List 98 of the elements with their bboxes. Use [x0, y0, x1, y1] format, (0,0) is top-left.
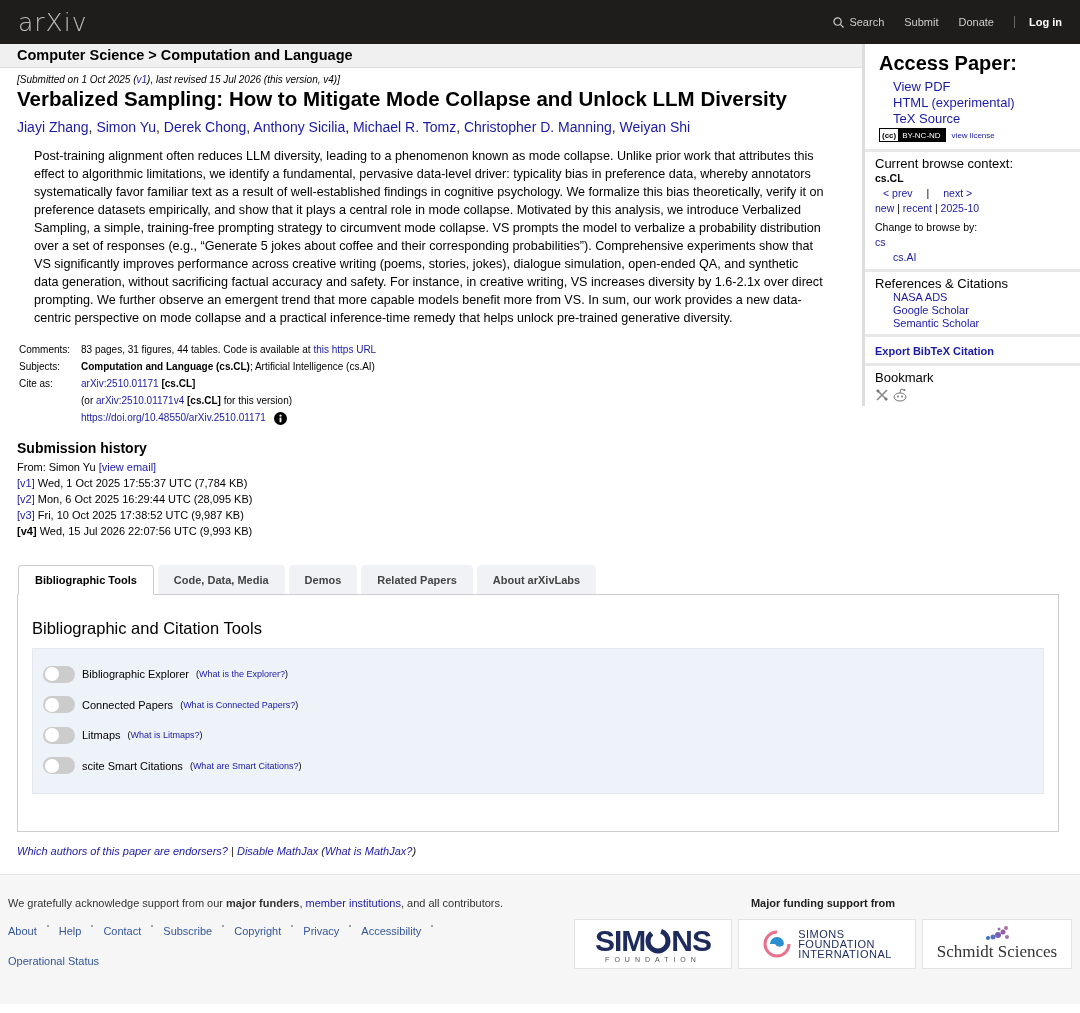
prev-link[interactable]: < prev	[883, 186, 913, 201]
version-link[interactable]: [v1]	[17, 477, 35, 489]
toggle-switch[interactable]	[43, 665, 75, 683]
metadata-label: Subjects:	[19, 361, 61, 372]
nav-link[interactable]: Submit	[904, 16, 939, 28]
access-link[interactable]: View PDF	[893, 79, 951, 94]
explainer-text: (What are Smart Citations?)	[189, 760, 302, 771]
reference-link[interactable]: Semantic Scholar	[893, 317, 980, 329]
login-link[interactable]: Log in	[1014, 16, 1062, 28]
version-details: Wed, 15 Jul 2026 22:07:56 UTC (9,993 KB)	[39, 525, 253, 537]
author-list: Jiayi Zhang, Simon Yu, Derek Chong, Anthony Sicilia, Michael R. Tomz, Christopher D. Manning, Weiyan Shi	[17, 119, 691, 135]
license-badge[interactable]: (cc) BY-NC-ND	[879, 128, 946, 142]
author-link[interactable]: Weiyan Shi	[619, 119, 691, 135]
sidebar-heading: References & Citations	[875, 276, 1009, 291]
section-heading: Submission history	[17, 440, 148, 456]
search-icon	[833, 16, 845, 28]
tab[interactable]: Demos	[288, 565, 358, 594]
link[interactable]: Which authors of this paper are endorsers?	[17, 845, 228, 857]
arxiv-logo[interactable]: arXiv	[18, 7, 88, 37]
reference-link[interactable]: NASA ADS	[893, 291, 948, 303]
version-details: Mon, 6 Oct 2025 16:29:44 UTC (28,095 KB)	[37, 493, 253, 505]
access-link[interactable]: TeX Source	[893, 111, 961, 126]
tool-name: Litmaps	[82, 729, 121, 742]
tab[interactable]: Related Papers	[361, 565, 473, 594]
tool-name: Bibliographic Explorer	[82, 668, 189, 681]
institutions-link[interactable]: member institutions	[305, 897, 401, 909]
sidebar-heading: Access Paper:	[879, 52, 1018, 75]
metadata-label: Cite as:	[19, 378, 53, 389]
bookmark-icon[interactable]	[875, 388, 889, 402]
footer-link[interactable]: Contact	[103, 925, 142, 937]
panel-heading: Bibliographic and Citation Tools	[32, 619, 263, 638]
link[interactable]: new	[875, 202, 895, 214]
funding-heading: Major funding support from	[750, 897, 896, 909]
footer-link[interactable]: Privacy	[303, 925, 340, 937]
abstract-text: Post-training alignment often reduces LLM diversity, leading to a phenomenon known as mode collapse. Unlike prior work that attributes this effect to algorithmic limitations, we identify a fundamental, pervasive data-level driver: typicality bias in preference data, whereby annotators systematically favor familiar text as a result of well-established findings in cognitive psychology. We formalize this bias theoretically, verify it on preference datasets empirically, and show that it plays a central role in mode collapse. Motivated by this analysis, we introduce Verbalized Sampling, a simple, training-free prompting strategy to circumvent mode collapse. VS prompts the model to verbalize a probability distribution over a set of responses (e.g., “Generate 5 jokes about coffee and their corresponding probabilities”). Comprehensive experiments show that VS significantly improves performance across creative writing (poems, stories, jokes), dialogue simulation, open-ended QA, and synthetic data generation, without sacrificing factual accuracy and safety. For instance, in creative writing, VS increases diversity by 1.6-2.1x over direct prompting. We further observe an emergent trend that more capable models benefit more from VS. In sum, our work provides a new data-centric perspective on mode collapse and a practical inference-time remedy that helps unlock pre-trained generative diversity.	[33, 148, 825, 327]
submitter-text: From: Simon Yu [view email]	[17, 461, 157, 473]
explainer-text: (What is the Explorer?)	[196, 669, 289, 680]
tab[interactable]: Code, Data, Media	[157, 565, 285, 594]
current-version-label: [v4]	[17, 525, 37, 537]
author-link[interactable]: Jiayi Zhang	[17, 119, 89, 135]
footer-link[interactable]: Help	[58, 925, 82, 937]
link[interactable]: arXiv:2510.01171v4	[96, 395, 185, 406]
footer-link[interactable]: Operational Status	[8, 955, 100, 967]
link[interactable]: What is MathJax?	[325, 845, 413, 857]
license-link[interactable]: view license	[951, 130, 995, 140]
metadata-value: Computation and Language (cs.CL); Artificial Intelligence (cs.AI)	[81, 361, 375, 372]
version-link[interactable]: [v3]	[17, 509, 35, 521]
author-link[interactable]: Simon Yu	[96, 119, 157, 135]
link[interactable]: Disable MathJax	[236, 845, 319, 857]
sidebar-heading: Bookmark	[875, 370, 935, 385]
category-link[interactable]: cs.AI	[893, 251, 917, 263]
separator-text: |	[926, 186, 930, 201]
browse-context: cs.CL	[875, 171, 905, 186]
version-details: Fri, 10 Oct 2025 17:38:52 UTC (9,987 KB)	[37, 509, 244, 521]
footer-link[interactable]: About	[8, 925, 37, 937]
link[interactable]: arXiv:2510.01171	[81, 378, 159, 389]
version-details: Wed, 1 Oct 2025 17:55:37 UTC (7,784 KB)	[37, 477, 248, 489]
metadata-value: (or arXiv:2510.01171v4 [cs.CL] for this version)	[81, 395, 293, 406]
period-links: new | recent | 2025-10	[875, 202, 980, 214]
sidebar-heading: Current browse context:	[875, 156, 1014, 171]
submission-date: [Submitted on 1 Oct 2025 (v1), last revised 15 Jul 2026 (this version, v4)]	[17, 74, 340, 85]
toggle-switch[interactable]	[43, 757, 75, 775]
tab[interactable]: Bibliographic Tools	[18, 565, 154, 595]
nav-link[interactable]: Donate	[958, 16, 994, 28]
version-link[interactable]: [v2]	[17, 493, 35, 505]
metadata-value: 83 pages, 31 figures, 44 tables. Code is available at this https URL	[81, 344, 377, 355]
metadata-value: arXiv:2510.01171 [cs.CL]	[81, 378, 196, 389]
info-icon[interactable]	[273, 411, 287, 425]
next-link[interactable]: next >	[943, 186, 973, 201]
access-link[interactable]: HTML (experimental)	[893, 95, 1015, 110]
footer-link[interactable]: Accessibility	[361, 925, 422, 937]
tool-name: scite Smart Citations	[82, 759, 183, 772]
toggle-switch[interactable]	[43, 696, 75, 714]
footer-link[interactable]: Subscribe	[163, 925, 213, 937]
change-browse-label: Change to browse by:	[875, 220, 979, 235]
toggle-switch[interactable]	[43, 726, 75, 744]
foundation-logo[interactable]: SIMONS FOUNDATION INTERNATIONAL	[738, 919, 916, 969]
footer-links-text: Which authors of this paper are endorsers? | Disable MathJax (What is MathJax?)	[17, 845, 417, 857]
explainer-text: (What is Litmaps?)	[127, 730, 203, 741]
author-link[interactable]: Christopher D. Manning	[463, 119, 612, 135]
link[interactable]: https://doi.org/10.48550/arXiv.2510.01171	[81, 412, 266, 423]
acknowledgement-text: We gratefully acknowledge support from our major funders, member institutions, and all contributors.	[8, 897, 504, 909]
tab[interactable]: About arXivLabs	[476, 565, 597, 594]
tool-name: Connected Papers	[82, 698, 174, 711]
footer-link[interactable]: Copyright	[234, 925, 282, 937]
link[interactable]: 2025-10	[940, 202, 980, 214]
metadata-label: Comments:	[19, 344, 71, 355]
explainer-text: (What is Connected Papers?)	[180, 699, 299, 710]
email-link[interactable]: [view email]	[98, 461, 157, 473]
link[interactable]: this https URL	[313, 344, 377, 355]
category-link[interactable]: cs	[875, 236, 886, 248]
reference-link[interactable]: Google Scholar	[893, 304, 969, 316]
link[interactable]: recent	[902, 202, 932, 214]
search-link[interactable]: Search	[833, 16, 885, 28]
paper-title: Verbalized Sampling: How to Mitigate Mode Collapse and Unlock LLM Diversity	[17, 87, 788, 111]
alien-icon[interactable]	[892, 388, 908, 402]
breadcrumb: Computer Science > Computation and Language	[0, 44, 862, 68]
sciences-logo[interactable]: Schmidt Sciences	[922, 919, 1072, 969]
